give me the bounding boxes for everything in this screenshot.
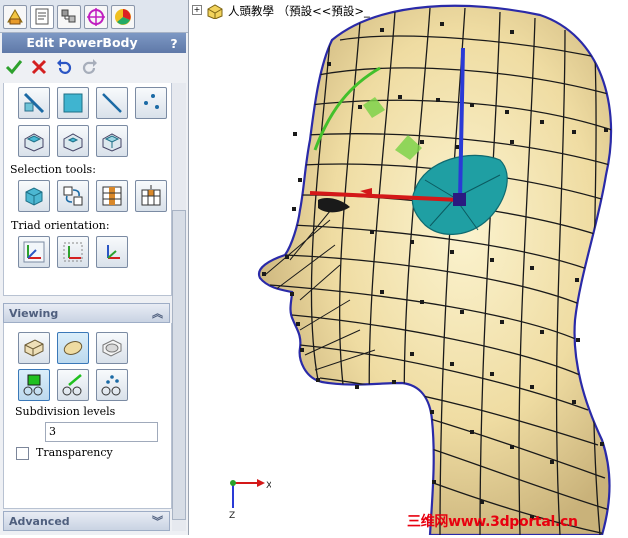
property-manager-icon [35,8,49,25]
face-edit-button[interactable] [57,87,89,119]
edge-edit-button[interactable] [18,87,50,119]
collapse-chevron-icon[interactable]: ︽ [152,304,163,324]
advanced-section-header[interactable]: Advanced ︾ [3,511,170,531]
triad-orientation-label: Triad orientation: [11,219,110,232]
box-select-icon [25,187,43,206]
show-edges-button[interactable] [57,369,89,401]
ring-select-icon [102,186,122,206]
redo-button[interactable] [80,58,100,78]
feature-manager-tab[interactable] [3,5,27,29]
triad-local-icon [63,242,83,262]
configuration-manager-tab[interactable] [57,5,81,29]
vertex-edit-icon [144,94,159,109]
inset-face-button[interactable] [57,125,89,157]
subdivision-levels-label: Subdivision levels [15,405,116,418]
panel-title: Edit PowerBody [26,35,138,50]
triad-x-label: X [266,481,271,491]
graphics-viewport[interactable]: X Z [189,0,628,537]
ok-button[interactable] [4,58,24,78]
cancel-icon [31,59,47,75]
manager-tabs [0,0,188,33]
view-both-mode-button[interactable] [96,332,128,364]
subdivision-levels-input[interactable]: 3 [45,422,158,442]
transparency-label: Transparency [36,446,113,459]
redo-icon [82,59,97,74]
triad-z-label: Z [229,511,235,521]
edge-display-icon [62,374,82,396]
feature-manager-icon [7,9,23,25]
transparency-checkbox[interactable] [16,447,29,460]
inset-face-icon [63,133,83,152]
viewing-section-header[interactable]: Viewing ︽ [3,303,170,323]
site-watermark: 三维网www.3dportal.cn [407,514,578,530]
advanced-header-label: Advanced [9,515,70,528]
triad-local-button[interactable] [57,236,89,268]
bridge-face-icon [102,133,122,152]
line-edit-icon [102,93,122,113]
undo-button[interactable] [54,58,74,78]
extrude-face-button[interactable] [18,125,50,157]
tree-root-label[interactable]: 人頭教學 （預設<<預設>_ [228,3,370,19]
property-manager-panel: Edit PowerBody ? Selection tools: Triad … [0,0,189,535]
face-edit-icon [63,93,83,113]
undo-icon [57,59,72,74]
line-edit-button[interactable] [96,87,128,119]
dimxpert-tab[interactable] [84,5,108,29]
viewing-header-label: Viewing [9,307,59,320]
face-display-icon [23,374,43,396]
tree-expand-toggle[interactable]: + [192,5,202,15]
property-manager-tab[interactable] [30,5,54,29]
grow-select-icon [141,185,161,206]
selection-tools-label: Selection tools: [10,163,96,176]
select-loop-button[interactable] [57,180,89,212]
part-icon [207,4,223,19]
both-mode-icon [102,339,122,357]
triad-view-button[interactable] [96,236,128,268]
cancel-button[interactable] [29,58,49,78]
bridge-face-button[interactable] [96,125,128,157]
vertex-display-icon [101,375,121,396]
box-mode-icon [24,339,44,357]
select-grow-button[interactable] [135,180,167,212]
smooth-mode-icon [63,341,83,355]
view-smooth-mode-button[interactable] [57,332,89,364]
triad-view-icon [107,245,120,259]
select-box-button[interactable] [18,180,50,212]
loop-select-icon [63,186,83,206]
head-model[interactable] [189,0,628,537]
edge-edit-icon [23,92,45,114]
dimxpert-icon [87,8,105,26]
ok-icon [5,60,23,75]
action-buttons [0,56,188,80]
triad-global-button[interactable] [18,236,50,268]
display-manager-icon [115,9,131,25]
panel-title-bar: Edit PowerBody ? [2,33,186,53]
help-button[interactable]: ? [166,34,182,52]
view-orientation-triad: X Z [229,479,271,521]
show-vertices-button[interactable] [96,369,128,401]
triad-global-icon [23,241,45,263]
display-manager-tab[interactable] [111,5,135,29]
extrude-face-icon [24,133,44,152]
show-faces-button[interactable] [18,369,50,401]
select-ring-button[interactable] [96,180,128,212]
vertex-edit-button[interactable] [135,87,167,119]
panel-scrollbar-thumb[interactable] [172,210,186,520]
triad-origin[interactable] [453,193,466,206]
view-box-mode-button[interactable] [18,332,50,364]
configuration-manager-icon [61,9,76,23]
expand-chevron-icon[interactable]: ︾ [152,512,163,532]
